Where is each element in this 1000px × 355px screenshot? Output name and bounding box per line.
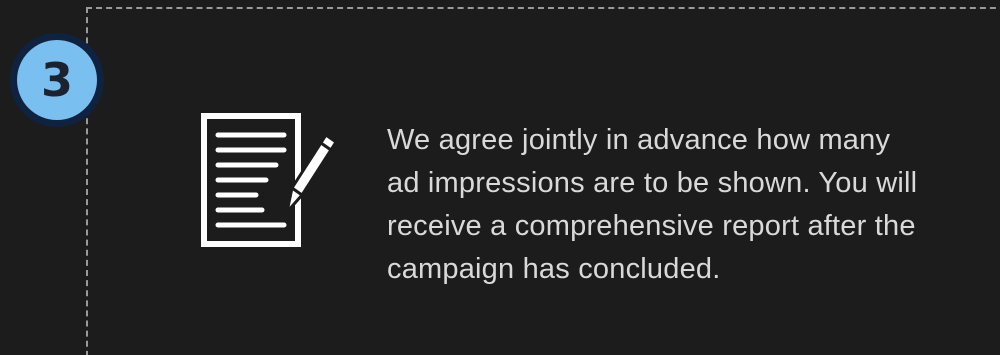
description-line: ad impressions are to be shown. You will <box>387 167 918 199</box>
description-line: receive a comprehensive report after the <box>387 210 916 242</box>
step-number: 3 <box>17 40 97 120</box>
description-line: campaign has concluded. <box>387 253 721 285</box>
step-description: We agree jointly in advance how many ad … <box>387 119 987 291</box>
step-number-badge: 3 <box>10 33 104 127</box>
description-line: We agree jointly in advance how many <box>387 124 891 156</box>
pencil-icon <box>285 133 338 214</box>
document-edit-icon <box>201 113 338 247</box>
